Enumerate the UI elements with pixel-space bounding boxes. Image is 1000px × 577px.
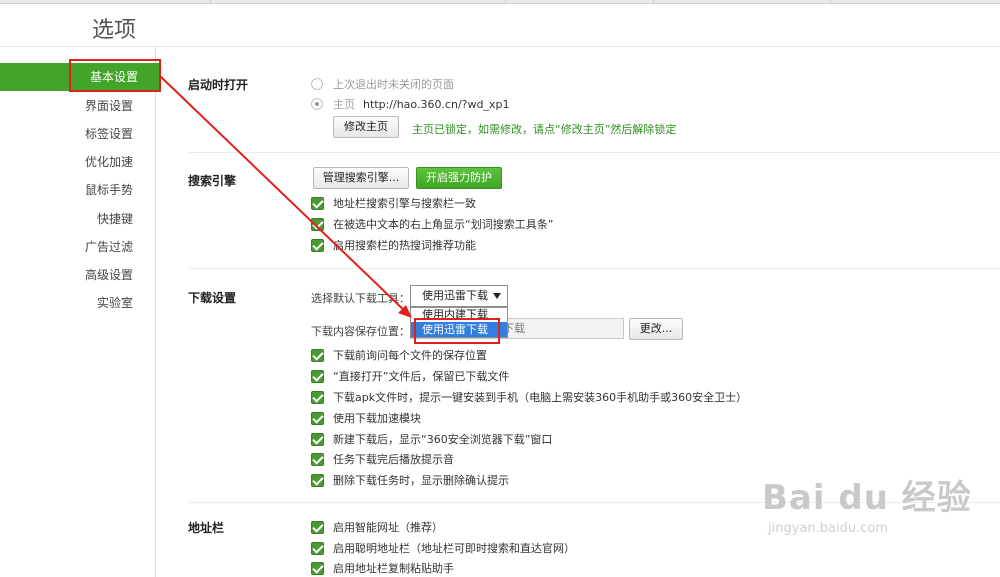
settings-sidebar: 基本设置 界面设置 标签设置 优化加速 鼠标手势 快捷键 广告过滤 高级设置 实… (0, 47, 160, 577)
download-tool-label: 选择默认下载工具： (311, 292, 410, 305)
check-label: 启用聪明地址栏（地址栏可即时搜索和直达官网） (333, 542, 575, 555)
check-label: 启用智能网址（推荐） (333, 521, 443, 534)
address-check-item[interactable]: 启用智能网址（推荐） (311, 519, 443, 535)
watermark-logo-text: Bai du 经验 (762, 478, 972, 518)
annotation-highlight-box (414, 318, 500, 344)
download-check-item[interactable]: 新建下载后，显示“360安全浏览器下载”窗口 (311, 431, 552, 447)
sidebar-item-shortcuts[interactable]: 快捷键 (97, 205, 133, 233)
enable-protection-button[interactable]: 开启强力防护 (416, 167, 502, 189)
check-label: 在被选中文本的右上角显示“划词搜索工具条” (333, 218, 554, 231)
page-title: 选项 (92, 18, 137, 43)
sidebar-item-tabs[interactable]: 标签设置 (85, 120, 133, 148)
download-section-label: 下载设置 (188, 291, 237, 305)
check-label: 启用地址栏复制粘贴助手 (333, 562, 454, 575)
watermark-url: jingyan.baidu.com (768, 521, 888, 536)
search-section-label: 搜索引擎 (188, 174, 237, 188)
sidebar-item-mouse-gestures[interactable]: 鼠标手势 (85, 176, 133, 204)
download-check-item[interactable]: 使用下载加速模块 (311, 410, 421, 426)
checkbox-checked[interactable] (311, 520, 324, 534)
section-divider (188, 268, 1000, 269)
tab-divider (210, 0, 211, 4)
checkbox-checked[interactable] (311, 411, 324, 425)
chevron-down-icon (493, 293, 501, 299)
startup-section-label: 启动时打开 (188, 78, 249, 92)
checkbox-checked[interactable] (311, 473, 324, 487)
download-check-item[interactable]: “直接打开”文件后，保留已下载文件 (311, 368, 509, 384)
watermark-brand: Bai du 经验 (762, 470, 972, 519)
search-check-item[interactable]: 地址栏搜索引擎与搜索栏一致 (311, 195, 476, 211)
checkbox-checked[interactable] (311, 238, 324, 252)
select-value: 使用迅雷下载 (422, 289, 488, 302)
baidu-jingyan-watermark: Bai du 经验 jingyan.baidu.com (762, 470, 972, 536)
address-check-item[interactable]: 启用地址栏复制粘贴助手 (311, 560, 454, 576)
checkbox-checked[interactable] (311, 390, 324, 404)
checkbox-checked[interactable] (311, 541, 324, 555)
tab-divider (505, 0, 506, 4)
radio-button-selected[interactable] (311, 98, 323, 110)
check-label: 地址栏搜索引擎与搜索栏一致 (333, 197, 476, 210)
checkbox-checked[interactable] (311, 369, 324, 383)
homepage-locked-message: 主页已锁定，如需修改，请点“修改主页”然后解除锁定 (412, 123, 677, 136)
check-label: 启用搜索栏的热搜词推荐功能 (333, 239, 476, 252)
check-label: 下载前询问每个文件的保存位置 (333, 349, 487, 362)
modify-homepage-button[interactable]: 修改主页 (333, 116, 399, 138)
option-label: 主页 (333, 98, 355, 111)
sidebar-item-interface[interactable]: 界面设置 (85, 92, 133, 120)
check-label: 新建下载后，显示“360安全浏览器下载”窗口 (333, 433, 553, 446)
check-label: 下载apk文件时，提示一键安装到手机（电脑上需安装360手机助手或360安全卫士… (333, 391, 748, 404)
download-tool-select[interactable]: 使用迅雷下载 (410, 285, 508, 307)
checkbox-checked[interactable] (311, 432, 324, 446)
checkbox-checked[interactable] (311, 561, 324, 575)
check-label: 使用下载加速模块 (333, 412, 421, 425)
annotation-highlight-box (69, 59, 161, 92)
download-check-item[interactable]: 下载apk文件时，提示一键安装到手机（电脑上需安装360手机助手或360安全卫士… (311, 389, 747, 405)
sidebar-item-ad-filter[interactable]: 广告过滤 (85, 233, 133, 261)
checkbox-checked[interactable] (311, 196, 324, 210)
section-divider (188, 152, 1000, 153)
address-check-item[interactable]: 启用聪明地址栏（地址栏可即时搜索和直达官网） (311, 540, 575, 556)
homepage-url: http://hao.360.cn/?wd_xp1 (363, 97, 510, 111)
search-check-item[interactable]: 在被选中文本的右上角显示“划词搜索工具条” (311, 216, 553, 232)
download-check-item[interactable]: 任务下载完后播放提示音 (311, 451, 454, 467)
check-label: 任务下载完后播放提示音 (333, 453, 454, 466)
download-check-item[interactable]: 删除下载任务时，显示删除确认提示 (311, 472, 509, 488)
browser-tab-strip (0, 0, 1000, 4)
check-label: 删除下载任务时，显示删除确认提示 (333, 474, 509, 487)
download-check-item[interactable]: 下载前询问每个文件的保存位置 (311, 347, 487, 363)
download-path-label: 下载内容保存位置： (311, 325, 410, 338)
check-label: “直接打开”文件后，保留已下载文件 (333, 370, 510, 383)
sidebar-item-lab[interactable]: 实验室 (97, 289, 133, 317)
checkbox-checked[interactable] (311, 348, 324, 362)
checkbox-checked[interactable] (311, 217, 324, 231)
sidebar-item-advanced[interactable]: 高级设置 (85, 261, 133, 289)
startup-option-homepage[interactable]: 主页 http://hao.360.cn/?wd_xp1 (311, 96, 509, 112)
tab-divider (653, 0, 654, 4)
search-check-item[interactable]: 启用搜索栏的热搜词推荐功能 (311, 237, 476, 253)
manage-search-engines-button[interactable]: 管理搜索引擎... (313, 167, 409, 189)
tab-divider (830, 0, 831, 4)
sidebar-item-optimize[interactable]: 优化加速 (85, 148, 133, 176)
address-bar-section-label: 地址栏 (188, 521, 225, 535)
startup-option-last-session[interactable]: 上次退出时未关闭的页面 (311, 76, 454, 92)
option-label: 上次退出时未关闭的页面 (333, 78, 454, 91)
change-path-button[interactable]: 更改... (629, 318, 683, 340)
checkbox-checked[interactable] (311, 452, 324, 466)
radio-button[interactable] (311, 78, 323, 90)
